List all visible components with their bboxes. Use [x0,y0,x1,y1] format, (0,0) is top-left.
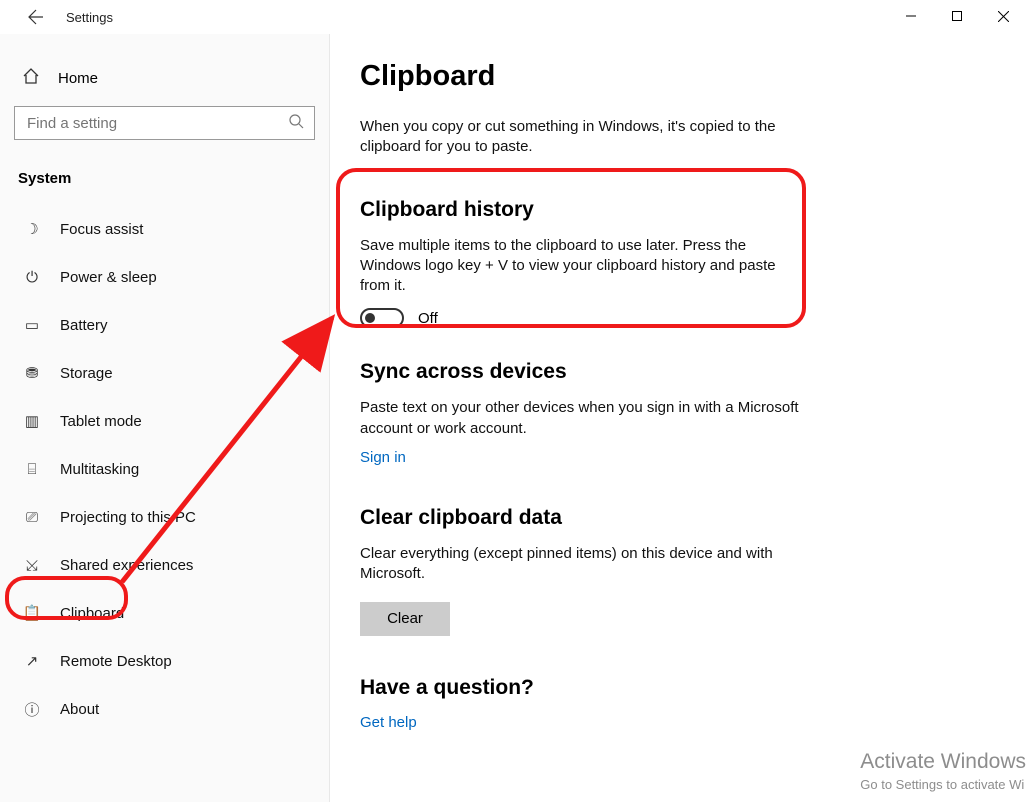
nav-label: Power & sleep [60,269,157,286]
storage-icon: ⛃ [22,364,42,382]
history-desc: Save multiple items to the clipboard to … [360,236,800,297]
history-toggle[interactable] [360,308,404,328]
maximize-button[interactable] [934,0,980,32]
nav-label: Battery [60,317,108,334]
minimize-button[interactable] [888,0,934,32]
nav-item-battery[interactable]: ▭ Battery [14,301,315,349]
shared-icon: ⤩ [22,557,42,574]
nav-item-power-sleep[interactable]: ⏻ Power & sleep [14,253,315,301]
clipboard-icon: 📋 [22,604,42,622]
close-button[interactable] [980,0,1026,32]
nav-item-multitasking[interactable]: ⌸ Multitasking [14,445,315,493]
nav-item-focus-assist[interactable]: ☽ Focus assist [14,205,315,253]
history-toggle-state: Off [418,310,438,327]
watermark-title: Activate Windows [860,748,1026,776]
home-icon [22,67,40,89]
get-help-link[interactable]: Get help [360,714,996,731]
nav-label: Shared experiences [60,557,193,574]
clear-desc: Clear everything (except pinned items) o… [360,544,800,585]
power-icon: ⏻ [22,269,42,286]
nav-label: Focus assist [60,221,143,238]
sync-desc: Paste text on your other devices when yo… [360,398,800,439]
category-label: System [14,170,315,187]
content-pane: Clipboard When you copy or cut something… [330,34,1026,802]
close-icon [998,11,1009,22]
home-label: Home [58,70,98,87]
page-title: Clipboard [360,60,996,93]
nav-item-shared-experiences[interactable]: ⤩ Shared experiences [14,541,315,589]
nav-item-about[interactable]: ⓘ About [14,685,315,733]
remote-icon: ↗ [22,652,42,670]
nav-item-projecting[interactable]: ⎚ Projecting to this PC [14,493,315,541]
sign-in-link[interactable]: Sign in [360,449,996,466]
minimize-icon [906,11,916,21]
sync-heading: Sync across devices [360,360,996,384]
toggle-knob-icon [365,313,375,323]
home-nav[interactable]: Home [14,56,315,100]
nav-label: Storage [60,365,113,382]
nav-item-clipboard[interactable]: 📋 Clipboard [14,589,315,637]
project-icon: ⎚ [22,509,42,526]
nav-label: Tablet mode [60,413,142,430]
activation-watermark: Activate Windows Go to Settings to activ… [860,748,1026,794]
nav-label: Multitasking [60,461,139,478]
title-bar: Settings [0,0,1026,34]
nav-label: Remote Desktop [60,653,172,670]
battery-icon: ▭ [22,316,42,334]
window-controls [888,0,1026,32]
clear-heading: Clear clipboard data [360,506,996,530]
nav-item-storage[interactable]: ⛃ Storage [14,349,315,397]
nav-item-remote-desktop[interactable]: ↗ Remote Desktop [14,637,315,685]
nav-label: Clipboard [60,605,124,622]
moon-icon: ☽ [22,220,42,238]
search-box[interactable] [14,106,315,140]
back-button[interactable] [14,0,58,34]
back-arrow-icon [28,9,44,25]
search-icon [289,114,304,133]
help-heading: Have a question? [360,676,996,700]
multitask-icon: ⌸ [22,461,42,478]
page-intro: When you copy or cut something in Window… [360,117,800,158]
nav-label: About [60,701,99,718]
history-heading: Clipboard history [360,198,996,222]
sidebar: Home System ☽ Focus assist ⏻ Power & sle… [0,34,330,802]
tablet-icon: ▥ [22,412,42,430]
nav-item-tablet-mode[interactable]: ▥ Tablet mode [14,397,315,445]
maximize-icon [952,11,962,21]
search-input[interactable] [25,114,289,133]
clear-button[interactable]: Clear [360,602,450,636]
nav-label: Projecting to this PC [60,509,196,526]
watermark-subtitle: Go to Settings to activate Wi [860,776,1026,794]
about-icon: ⓘ [22,699,42,720]
nav-list: ☽ Focus assist ⏻ Power & sleep ▭ Battery… [14,205,315,733]
